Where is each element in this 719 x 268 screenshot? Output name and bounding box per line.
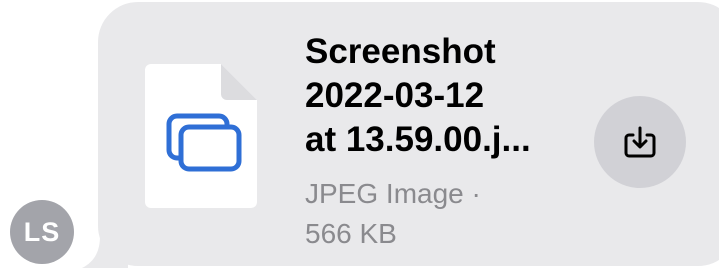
image-file-icon — [145, 64, 257, 208]
file-size: 566 KB — [305, 218, 397, 249]
file-name: Screenshot 2022-03-12 at 13.59.00.j... — [305, 32, 531, 159]
download-button[interactable] — [594, 96, 686, 188]
message-row: LS Screenshot 2022-03-12 at 13.59.00.j..… — [0, 0, 719, 268]
file-meta: JPEG Image · 566 KB — [305, 174, 585, 254]
attachment-info: Screenshot 2022-03-12 at 13.59.00.j... J… — [305, 30, 585, 254]
file-type: JPEG Image · — [305, 178, 481, 209]
avatar-initials: LS — [23, 216, 61, 247]
sender-avatar[interactable]: LS — [10, 200, 74, 264]
download-icon — [624, 126, 656, 158]
